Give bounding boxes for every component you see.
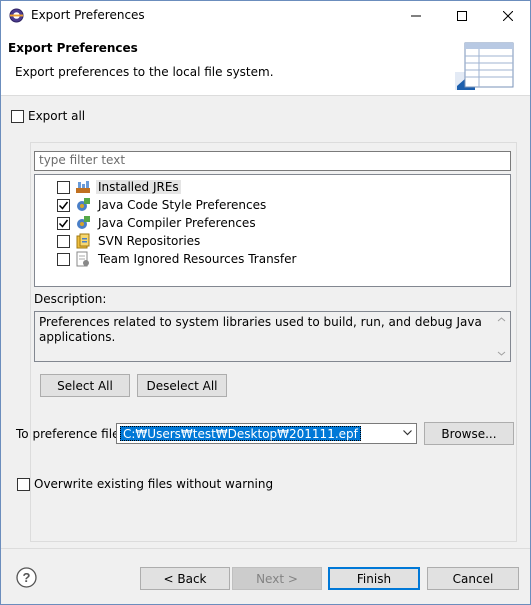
back-button[interactable]: < Back <box>140 567 230 590</box>
maximize-button[interactable] <box>439 0 485 31</box>
maximize-icon <box>457 10 467 21</box>
deselect-all-button[interactable]: Deselect All <box>137 374 227 397</box>
java-prefs-icon <box>77 216 90 229</box>
eclipse-app-icon <box>9 8 24 23</box>
description-scrollbar[interactable] <box>493 312 510 361</box>
minimize-button[interactable] <box>393 0 439 31</box>
page-title: Export Preferences <box>8 41 138 55</box>
help-icon[interactable]: ? <box>16 567 37 588</box>
tree-item-team-ignored[interactable]: Team Ignored Resources Transfer <box>57 250 298 268</box>
chevron-down-icon[interactable] <box>403 430 412 436</box>
tree-item-label: Java Compiler Preferences <box>98 216 256 230</box>
tree-item-checkbox[interactable] <box>57 198 70 212</box>
page-description: Export preferences to the local file sys… <box>15 65 274 79</box>
export-all-checkbox[interactable] <box>11 109 24 123</box>
svg-text:?: ? <box>23 570 31 585</box>
tree-item-checkbox[interactable] <box>57 252 70 266</box>
overwrite-option[interactable]: Overwrite existing files without warning <box>17 477 273 491</box>
preference-file-label: To preference file: <box>16 427 124 441</box>
finish-button[interactable]: Finish <box>328 567 420 590</box>
description-label: Description: <box>34 292 107 306</box>
tree-item-label: Team Ignored Resources Transfer <box>98 252 297 266</box>
checkmark-icon <box>58 201 69 210</box>
tree-item-label: Installed JREs <box>96 180 181 194</box>
tree-item-label: SVN Repositories <box>98 234 201 248</box>
export-all-label: Export all <box>28 109 86 123</box>
checkmark-icon <box>58 219 69 228</box>
close-icon <box>503 10 513 21</box>
description-text: Preferences related to system libraries … <box>39 315 482 344</box>
tree-item-checkbox[interactable] <box>57 216 70 230</box>
minimize-icon <box>411 15 421 16</box>
next-button[interactable]: Next > <box>232 567 322 590</box>
tree-item-checkbox[interactable] <box>57 234 70 248</box>
preference-file-value[interactable]: C:₩Users₩test₩Desktop₩201111.epf <box>120 426 361 441</box>
window-title: Export Preferences <box>31 8 145 22</box>
tree-item-java-code-style[interactable]: Java Code Style Preferences <box>57 196 268 214</box>
close-button[interactable] <box>485 0 531 31</box>
filter-input[interactable]: type filter text <box>34 151 511 171</box>
tree-item-java-compiler[interactable]: Java Compiler Preferences <box>57 214 258 232</box>
description-box: Preferences related to system libraries … <box>34 311 511 362</box>
export-all-option[interactable]: Export all <box>11 109 85 123</box>
tree-item-svn-repositories[interactable]: SVN Repositories <box>57 232 202 250</box>
select-all-button[interactable]: Select All <box>40 374 130 397</box>
export-banner-icon <box>455 42 514 90</box>
preference-file-combo[interactable]: C:₩Users₩test₩Desktop₩201111.epf <box>116 423 417 444</box>
overwrite-checkbox[interactable] <box>17 477 30 491</box>
tree-item-installed-jres[interactable]: Installed JREs <box>57 178 181 196</box>
tree-item-label: Java Code Style Preferences <box>98 198 267 212</box>
scroll-arrows-icon <box>497 317 506 356</box>
svn-icon <box>76 233 90 249</box>
cancel-button[interactable]: Cancel <box>427 567 519 590</box>
tree-item-checkbox[interactable] <box>57 180 70 194</box>
java-prefs-icon <box>77 198 90 211</box>
jre-icon <box>76 181 90 193</box>
team-icon <box>76 251 89 267</box>
bottom-separator <box>1 548 530 549</box>
preferences-tree[interactable]: Installed JREs Java Code Style Preferenc… <box>34 174 511 287</box>
title-bar: Export Preferences <box>0 0 531 31</box>
browse-button[interactable]: Browse... <box>424 422 514 445</box>
overwrite-label: Overwrite existing files without warning <box>34 477 274 491</box>
